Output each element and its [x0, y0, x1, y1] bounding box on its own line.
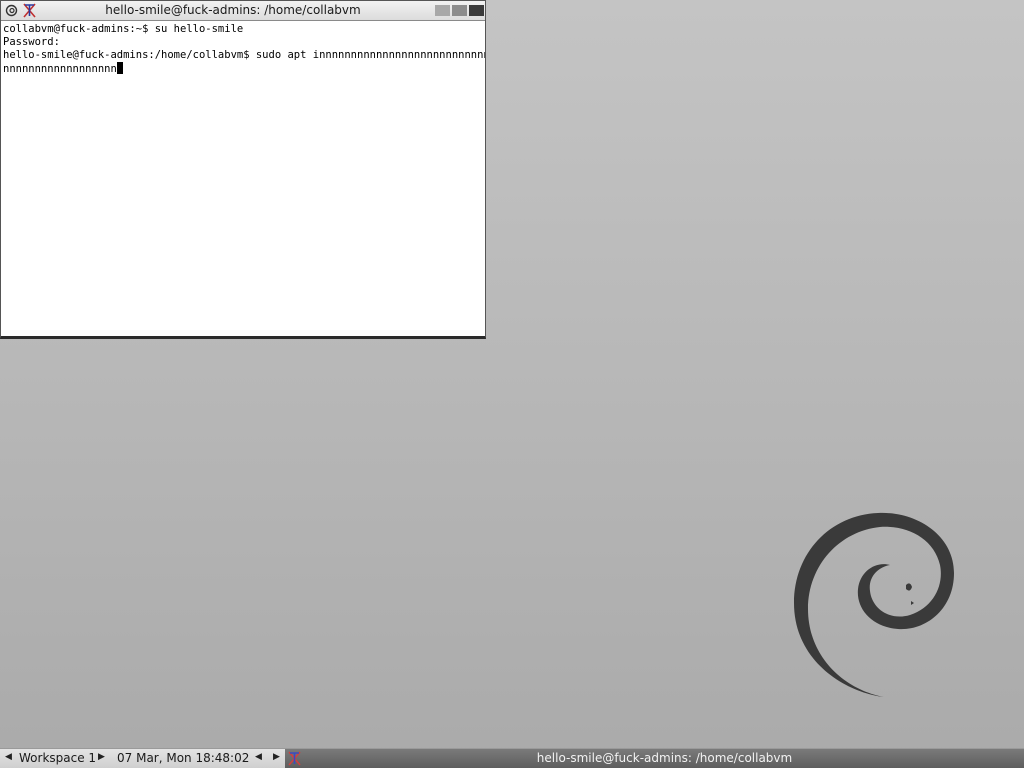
- taskbar-task-terminal[interactable]: hello-smile@fuck-admins: /home/collabvm: [285, 749, 1024, 768]
- terminal-window[interactable]: hello-smile@fuck-admins: /home/collabvm …: [0, 0, 486, 339]
- terminal-line: hello-smile@fuck-admins:/home/collabvm$ …: [3, 49, 485, 61]
- window-title: hello-smile@fuck-admins: /home/collabvm: [105, 3, 361, 17]
- taskbar: ◀ Workspace 1 ▶ 07 Mar, Mon 18:48:02 ◀ ▶…: [0, 748, 1024, 768]
- maximize-button[interactable]: [452, 5, 467, 16]
- workspace-label[interactable]: Workspace 1: [19, 751, 96, 765]
- terminal-line: Password:: [3, 36, 60, 48]
- window-title-bar[interactable]: hello-smile@fuck-admins: /home/collabvm: [1, 1, 485, 21]
- task-next-arrow-icon[interactable]: ▶: [273, 752, 280, 762]
- terminal-line: nnnnnnnnnnnnnnnnnn: [3, 63, 117, 75]
- workspace-prev-arrow-icon[interactable]: ◀: [5, 752, 12, 762]
- task-label: hello-smile@fuck-admins: /home/collabvm: [536, 751, 793, 765]
- terminal-input-line[interactable]: nnnnnnnnnnnnnnnnnn: [3, 62, 485, 75]
- xterm-icon: [288, 751, 301, 766]
- task-prev-arrow-icon[interactable]: ◀: [255, 752, 262, 762]
- workspace-next-arrow-icon[interactable]: ▶: [98, 752, 105, 762]
- close-button[interactable]: [469, 5, 484, 16]
- xterm-icon[interactable]: [22, 3, 37, 18]
- terminal-line: collabvm@fuck-admins:~$ su hello-smile: [3, 23, 244, 35]
- minimize-button[interactable]: [435, 5, 450, 16]
- terminal-output[interactable]: collabvm@fuck-admins:~$ su hello-smile Pa…: [3, 23, 485, 335]
- debian-swirl-icon[interactable]: [5, 4, 18, 17]
- text-cursor: [116, 62, 123, 74]
- debian-logo-icon: [794, 512, 954, 697]
- clock: 07 Mar, Mon 18:48:02: [117, 751, 250, 765]
